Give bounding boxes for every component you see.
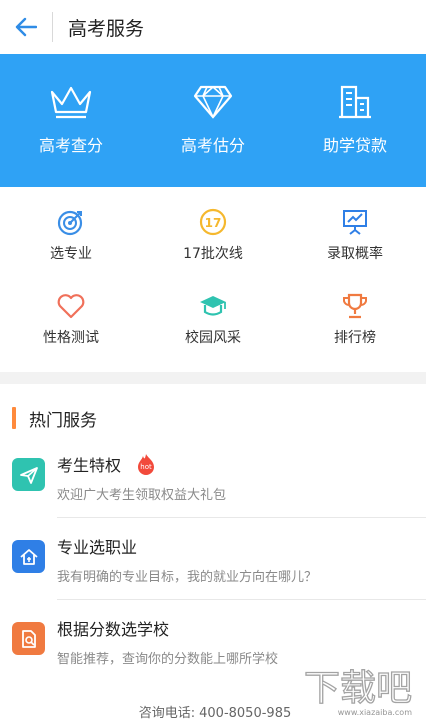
svg-text:www.xiazaiba.com: www.xiazaiba.com bbox=[338, 708, 412, 717]
grid-label: 性格测试 bbox=[43, 330, 99, 346]
hot-item-candidate-privilege[interactable]: 考生特权 hot 欢迎广大考生领取权益大礼包 bbox=[0, 452, 426, 532]
svg-text:hot: hot bbox=[140, 463, 152, 471]
doc-search-icon bbox=[12, 622, 45, 655]
grid-label: 选专业 bbox=[50, 246, 92, 262]
section-title: 热门服务 bbox=[29, 410, 97, 431]
list-divider bbox=[57, 517, 426, 518]
hot-item-desc: 智能推荐，查询你的分数能上哪所学校 bbox=[57, 652, 279, 667]
accent-bar bbox=[12, 407, 16, 429]
diamond-icon bbox=[193, 85, 233, 119]
service-grid: 选专业 17 17批次线 录取概率 性格测试 校园风采 排行榜 bbox=[0, 187, 426, 370]
page-title: 高考服务 bbox=[68, 17, 145, 40]
hot-item-title: 考生特权 bbox=[57, 456, 122, 475]
app-header: 高考服务 bbox=[0, 0, 426, 54]
building-icon bbox=[339, 85, 371, 119]
grid-item-admission-rate[interactable]: 录取概率 bbox=[284, 207, 426, 291]
section-gap bbox=[0, 372, 426, 384]
hot-item-title: 专业选职业 bbox=[57, 538, 138, 557]
banner-label: 高考估分 bbox=[180, 136, 245, 155]
grid-label: 17批次线 bbox=[183, 246, 243, 262]
grid-item-ranking[interactable]: 排行榜 bbox=[284, 291, 426, 375]
trophy-icon bbox=[343, 293, 367, 319]
svg-text:下载吧: 下载吧 bbox=[304, 668, 412, 709]
grid-label: 排行榜 bbox=[334, 330, 376, 346]
grid-label: 校园风采 bbox=[185, 330, 241, 346]
banner-item-score-estimate[interactable]: 高考估分 bbox=[142, 54, 284, 187]
back-button[interactable] bbox=[0, 0, 52, 54]
arrow-left-icon bbox=[15, 17, 37, 37]
footer-label: 咨询电话: bbox=[138, 706, 196, 721]
hot-item-desc: 我有明确的专业目标，我的就业方向在哪儿？ bbox=[57, 570, 318, 585]
banner-label: 高考查分 bbox=[38, 136, 103, 155]
banner-label: 助学贷款 bbox=[322, 136, 387, 155]
hot-item-title: 根据分数选学校 bbox=[57, 620, 170, 639]
grid-item-personality-test[interactable]: 性格测试 bbox=[0, 291, 142, 375]
header-divider bbox=[52, 12, 53, 42]
banner-item-score-query[interactable]: 高考查分 bbox=[0, 54, 142, 187]
footer-phone[interactable]: 400-8050-985 bbox=[199, 706, 291, 721]
hot-item-major-career[interactable]: 专业选职业 我有明确的专业目标，我的就业方向在哪儿？ bbox=[0, 534, 426, 614]
graduation-cap-icon bbox=[200, 296, 226, 316]
target-icon bbox=[57, 210, 83, 236]
grid-item-batch-line[interactable]: 17 17批次线 bbox=[142, 207, 284, 291]
svg-text:17: 17 bbox=[205, 216, 222, 230]
grid-item-campus[interactable]: 校园风采 bbox=[142, 291, 284, 375]
top-banner: 高考查分 高考估分 助学贷款 bbox=[0, 54, 426, 187]
hot-fire-icon: hot bbox=[138, 454, 155, 475]
chart-board-icon bbox=[343, 210, 367, 235]
banner-item-student-loan[interactable]: 助学贷款 bbox=[284, 54, 426, 187]
hot-services-header: 热门服务 bbox=[0, 398, 97, 438]
list-divider bbox=[57, 599, 426, 600]
grid-item-major[interactable]: 选专业 bbox=[0, 207, 142, 291]
hot-item-desc: 欢迎广大考生领取权益大礼包 bbox=[57, 488, 227, 503]
paper-plane-icon bbox=[12, 458, 45, 491]
badge-17-icon: 17 bbox=[199, 208, 227, 236]
heart-icon bbox=[57, 294, 85, 319]
house-icon bbox=[12, 540, 45, 573]
crown-icon bbox=[50, 86, 92, 119]
grid-label: 录取概率 bbox=[327, 246, 383, 262]
watermark-logo: 下载吧 www.xiazaiba.com bbox=[303, 667, 412, 717]
